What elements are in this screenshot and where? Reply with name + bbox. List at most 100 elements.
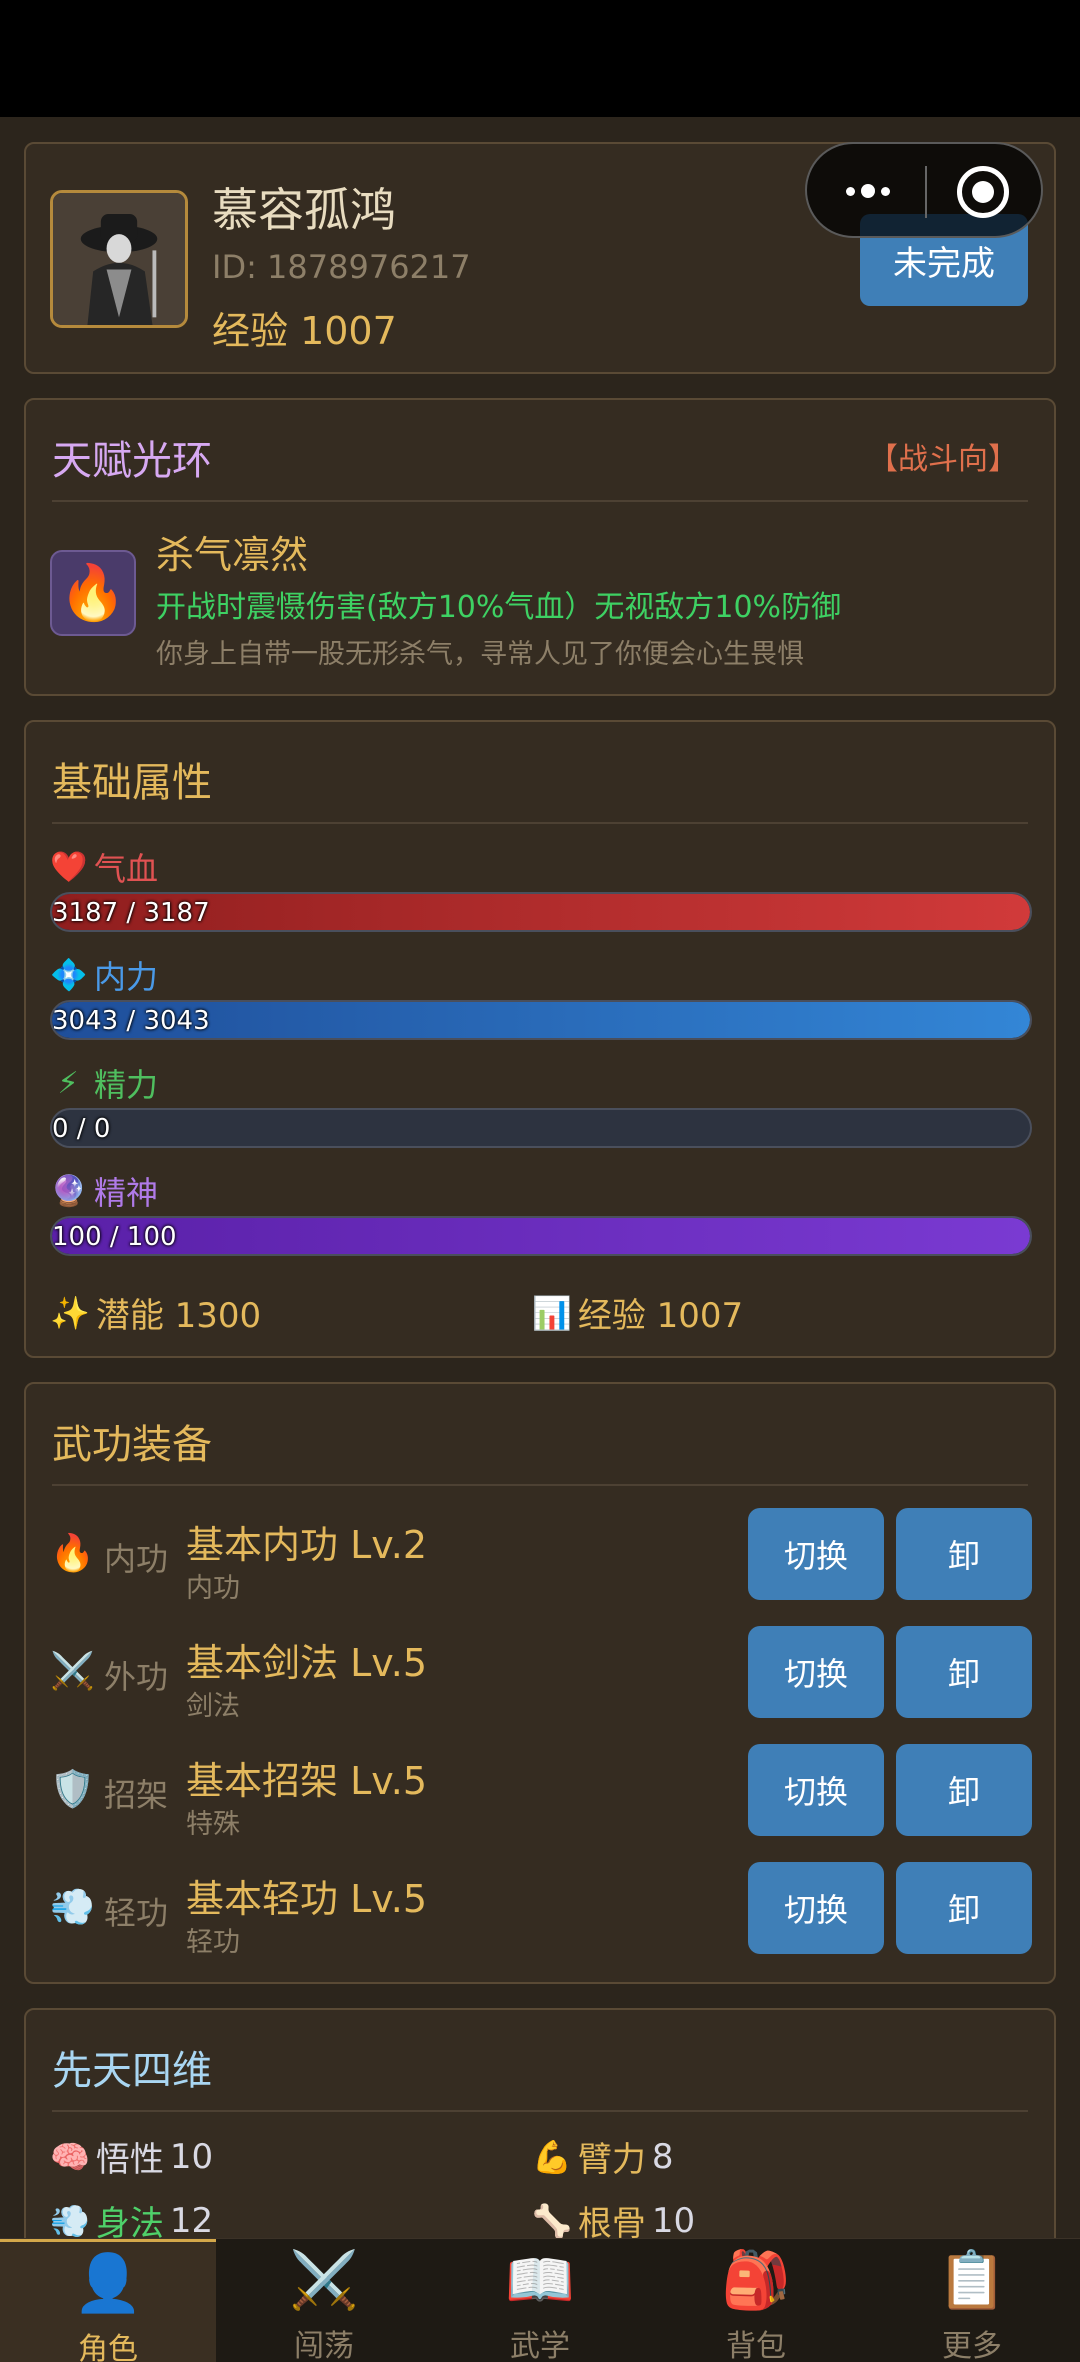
crossed-swords-icon: ⚔️ — [289, 2248, 359, 2313]
martial-title: 武功装备 — [52, 1422, 212, 1468]
innate-value: 8 — [651, 2136, 674, 2177]
brain-icon: 🧠 — [50, 2137, 90, 2176]
switch-button[interactable]: 切换 — [748, 1508, 884, 1600]
martial-row-zhaojia: 🛡️ 招架 基本招架 Lv.5 特殊 切换 卸 — [26, 1744, 1054, 1840]
divider — [52, 500, 1028, 502]
innate-stat-bili: 💪 臂力 8 — [532, 2132, 673, 2181]
unload-button[interactable]: 卸 — [896, 1508, 1032, 1600]
unload-button[interactable]: 卸 — [896, 1744, 1032, 1836]
tab-backpack[interactable]: 🎒 背包 — [648, 2239, 864, 2362]
stat-label: 精神 — [94, 1174, 159, 1212]
switch-button[interactable]: 切换 — [748, 1626, 884, 1718]
open-book-icon: 📖 — [505, 2248, 575, 2313]
close-target-icon[interactable] — [957, 166, 1009, 218]
martial-name: 基本内功 Lv.2 — [186, 1523, 428, 1567]
talent-description: 你身上自带一股无形杀气，寻常人见了你便会心生畏惧 — [156, 639, 804, 670]
martial-card: 武功装备 🔥 内功 基本内功 Lv.2 内功 切换 卸 ⚔️ 外功 基本剑法 L… — [24, 1382, 1056, 1984]
martial-type: 内功 — [104, 1540, 169, 1578]
talent-title: 天赋光环 — [52, 438, 212, 484]
innate-stat-wuxing: 🧠 悟性 10 — [50, 2132, 213, 2181]
divider — [52, 1484, 1028, 1486]
potential-text: 潜能 1300 — [95, 1296, 262, 1336]
innate-value: 10 — [169, 2136, 214, 2177]
status-bar — [0, 0, 1080, 117]
unload-button[interactable]: 卸 — [896, 1862, 1032, 1954]
unload-button[interactable]: 卸 — [896, 1626, 1032, 1718]
martial-sub: 剑法 — [186, 1691, 240, 1722]
bar-text: 0 / 0 — [52, 1114, 111, 1144]
capsule-divider — [925, 166, 927, 218]
stat-neili: 💠 内力 — [50, 952, 158, 998]
tab-label: 更多 — [942, 2329, 1002, 2362]
bar-fill — [52, 1218, 1030, 1254]
martial-name: 基本剑法 Lv.5 — [186, 1641, 428, 1685]
martial-row-neigong: 🔥 内功 基本内功 Lv.2 内功 切换 卸 — [26, 1508, 1054, 1604]
bar-text: 3043 / 3043 — [52, 1006, 210, 1036]
martial-row-waigong: ⚔️ 外功 基本剑法 Lv.5 剑法 切换 卸 — [26, 1626, 1054, 1722]
stat-label: 气血 — [94, 850, 159, 888]
lightning-icon: ⚡ — [57, 1065, 79, 1101]
martial-sub: 内功 — [186, 1573, 240, 1604]
talent-tag: 【战斗向】 — [868, 442, 1018, 477]
diamond-icon: 💠 — [50, 957, 88, 993]
player-id: ID: 1878976217 — [212, 248, 471, 286]
talent-name: 杀气凛然 — [156, 533, 309, 577]
more-menu-icon[interactable] — [833, 166, 903, 216]
stat-jingshen: 🔮 精神 — [50, 1168, 158, 1214]
player-name: 慕容孤鸿 — [212, 183, 396, 237]
innate-value: 10 — [651, 2200, 696, 2241]
tab-character[interactable]: 👤 角色 — [0, 2239, 216, 2362]
stat-jingli: ⚡ 精力 — [50, 1060, 158, 1106]
exp-stat: 📊 经验 1007 — [532, 1288, 743, 1337]
tab-label: 闯荡 — [294, 2329, 354, 2362]
person-icon: 👤 — [73, 2251, 143, 2316]
martial-type: 外功 — [104, 1658, 169, 1696]
bar-chart-icon: 📊 — [532, 1293, 572, 1332]
stat-label: 内力 — [94, 958, 159, 996]
martial-name: 基本招架 Lv.5 — [186, 1759, 428, 1803]
flexed-biceps-icon: 💪 — [532, 2137, 572, 2176]
divider — [52, 2110, 1028, 2112]
talent-card: 天赋光环 【战斗向】 🔥 杀气凛然 开战时震慑伤害(敌方10%气血）无视敌方10… — [24, 398, 1056, 696]
tab-more[interactable]: 📋 更多 — [864, 2239, 1080, 2362]
martial-sub: 轻功 — [186, 1927, 240, 1958]
martial-row-qinggong: 💨 轻功 基本轻功 Lv.5 轻功 切换 卸 — [26, 1862, 1054, 1958]
crossed-swords-icon: ⚔️ — [50, 1651, 95, 1692]
bar-text: 3187 / 3187 — [52, 898, 210, 928]
bone-icon: 🦴 — [532, 2201, 572, 2240]
avatar[interactable] — [50, 190, 188, 328]
jingli-bar: 0 / 0 — [50, 1108, 1032, 1148]
tab-label: 武学 — [510, 2329, 570, 2362]
switch-button[interactable]: 切换 — [748, 1744, 884, 1836]
stat-qixue: ❤️ 气血 — [50, 844, 158, 890]
switch-button[interactable]: 切换 — [748, 1862, 884, 1954]
jingshen-bar: 100 / 100 — [50, 1216, 1032, 1256]
potential-stat: ✨ 潜能 1300 — [50, 1288, 261, 1337]
sparkles-icon: ✨ — [50, 1293, 90, 1332]
heart-icon: ❤️ — [50, 849, 88, 885]
tab-martial[interactable]: 📖 武学 — [432, 2239, 648, 2362]
crystal-ball-icon: 🔮 — [50, 1173, 88, 1209]
wind-icon: 💨 — [50, 2201, 90, 2240]
innate-label: 臂力 — [577, 2140, 646, 2180]
player-exp: 经验 1007 — [212, 309, 397, 353]
tab-adventure[interactable]: ⚔️ 闯荡 — [216, 2239, 432, 2362]
warrior-portrait — [53, 193, 185, 325]
martial-type: 轻功 — [104, 1894, 169, 1932]
qixue-bar: 3187 / 3187 — [50, 892, 1032, 932]
martial-name: 基本轻功 Lv.5 — [186, 1877, 428, 1921]
flame-icon: 🔥 — [50, 1533, 95, 1574]
wind-icon: 💨 — [50, 1887, 95, 1928]
attributes-card: 基础属性 ❤️ 气血 3187 / 3187 💠 内力 3043 / 3043 … — [24, 720, 1056, 1358]
divider — [52, 822, 1028, 824]
backpack-icon: 🎒 — [721, 2248, 791, 2313]
innate-title: 先天四维 — [52, 2048, 212, 2094]
bar-text: 100 / 100 — [52, 1222, 177, 1252]
innate-value: 12 — [169, 2200, 214, 2241]
tab-label: 背包 — [726, 2329, 786, 2362]
bottom-tab-bar: 👤 角色 ⚔️ 闯荡 📖 武学 🎒 背包 📋 更多 — [0, 2238, 1080, 2362]
clipboard-icon: 📋 — [937, 2248, 1007, 2313]
attributes-title: 基础属性 — [52, 760, 212, 806]
tab-label: 角色 — [78, 2332, 138, 2362]
neili-bar: 3043 / 3043 — [50, 1000, 1032, 1040]
